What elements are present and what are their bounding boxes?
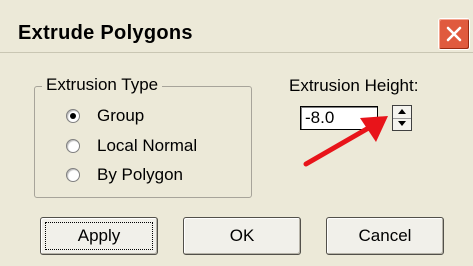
focus-rectangle	[45, 222, 153, 250]
ok-button[interactable]: OK	[183, 217, 301, 255]
radio-button-group[interactable]	[66, 109, 80, 123]
extrude-polygons-dialog: Extrude Polygons Extrusion Type Group Lo…	[0, 0, 473, 266]
radio-label-by-polygon: By Polygon	[97, 165, 183, 184]
close-button[interactable]	[438, 18, 470, 50]
extrusion-height-label: Extrusion Height:	[289, 76, 419, 95]
annotation-arrow-icon	[303, 116, 388, 167]
extrusion-type-legend: Extrusion Type	[42, 75, 163, 95]
radio-button-local-normal[interactable]	[66, 139, 80, 153]
apply-button[interactable]: Apply	[40, 217, 158, 255]
extrusion-height-spinner[interactable]	[392, 105, 412, 131]
spinner-down-arrow-icon[interactable]	[393, 118, 411, 130]
radio-group[interactable]: Group	[66, 105, 144, 127]
radio-local-normal[interactable]: Local Normal	[66, 135, 197, 157]
radio-button-by-polygon[interactable]	[66, 168, 80, 182]
title-bar[interactable]: Extrude Polygons	[0, 0, 473, 52]
ok-button-label: OK	[229, 226, 255, 245]
title-separator	[0, 52, 473, 53]
dialog-title: Extrude Polygons	[18, 22, 193, 44]
radio-by-polygon[interactable]: By Polygon	[66, 164, 183, 186]
radio-label-group: Group	[97, 106, 145, 125]
cancel-button[interactable]: Cancel	[326, 217, 444, 255]
close-icon	[446, 26, 462, 42]
cancel-button-label: Cancel	[358, 226, 412, 245]
radio-label-local-normal: Local Normal	[97, 136, 198, 155]
